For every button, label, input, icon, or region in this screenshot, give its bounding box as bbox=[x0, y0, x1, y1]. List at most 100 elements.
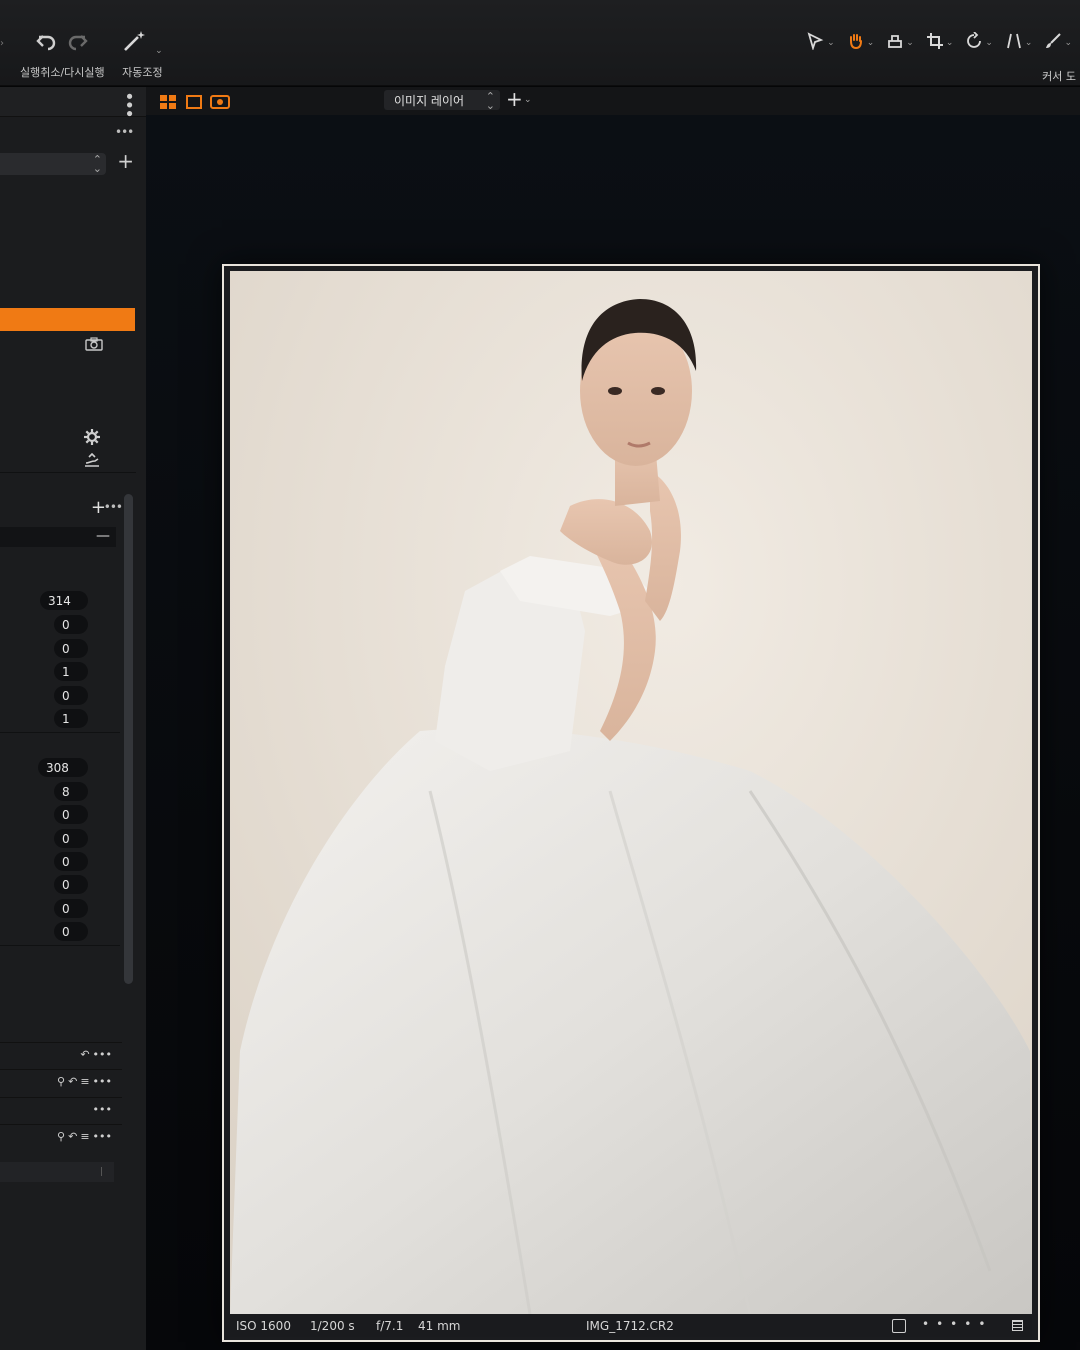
updown-icon: ⌃ ⌄ bbox=[485, 90, 495, 112]
brush-tool[interactable]: ⌄ bbox=[1044, 32, 1072, 54]
undo-redo-group: 실행취소/다시실행 bbox=[20, 28, 105, 80]
layer-field[interactable]: — bbox=[0, 527, 116, 547]
photo-preview[interactable] bbox=[230, 271, 1032, 1314]
stamp-tool[interactable]: ⌄ bbox=[886, 32, 914, 54]
value-field[interactable]: 0 bbox=[54, 615, 88, 634]
value-field[interactable]: 308 bbox=[38, 758, 88, 777]
camera-icon[interactable] bbox=[85, 336, 103, 355]
link-icon[interactable]: ⚲ bbox=[57, 1130, 65, 1143]
more-options-icon[interactable]: ••• bbox=[93, 1075, 112, 1088]
filename: IMG_1712.CR2 bbox=[586, 1319, 674, 1333]
value-field[interactable]: 1 bbox=[54, 709, 88, 728]
divider bbox=[0, 945, 120, 946]
more-options-icon[interactable]: ••• bbox=[93, 1048, 112, 1061]
left-tool-panel: ••• ••• ⌃ ⌄ + + ••• — 314 0 0 1 0 1 308 8… bbox=[0, 87, 146, 1350]
panel-header: ••• bbox=[0, 87, 146, 117]
grid-view-icon[interactable] bbox=[160, 94, 176, 113]
value-field[interactable]: 0 bbox=[54, 639, 88, 658]
value-field[interactable]: 1 bbox=[54, 662, 88, 681]
value-field[interactable]: 8 bbox=[54, 782, 88, 801]
value-field[interactable]: 0 bbox=[54, 922, 88, 941]
rotate-icon bbox=[965, 31, 983, 54]
reset-icon[interactable]: ↶ bbox=[68, 1075, 77, 1088]
aperture-value: f/7.1 bbox=[376, 1319, 404, 1333]
magic-wand-icon[interactable]: ⌄ bbox=[122, 29, 163, 57]
pan-tool[interactable]: ⌄ bbox=[847, 32, 874, 54]
shutter-value: 1/200 s bbox=[310, 1319, 355, 1333]
value-field[interactable]: 314 bbox=[40, 591, 88, 610]
chevron-down-icon[interactable]: ⌄ bbox=[524, 95, 532, 105]
tool-section-row[interactable]: ↶ ••• bbox=[0, 1042, 122, 1068]
value-text: 314 bbox=[48, 593, 71, 608]
adjustments-header: + ••• bbox=[0, 492, 136, 522]
auto-adjust-label: 자동조정 bbox=[122, 66, 163, 79]
panel-scrollbar[interactable] bbox=[124, 494, 133, 984]
cursor-tools-label: 커서 도 bbox=[1042, 70, 1076, 83]
reset-icon[interactable]: ↶ bbox=[80, 1048, 89, 1061]
keystone-icon bbox=[1005, 32, 1023, 54]
value-text: 0 bbox=[62, 641, 70, 656]
redo-icon[interactable] bbox=[67, 30, 89, 56]
undo-icon[interactable] bbox=[35, 30, 57, 56]
value-field[interactable]: 0 bbox=[54, 852, 88, 871]
remove-icon[interactable]: — bbox=[96, 528, 110, 544]
value-field[interactable]: 0 bbox=[54, 875, 88, 894]
value-text: 0 bbox=[62, 924, 70, 939]
select-tool[interactable]: ⌄ bbox=[807, 32, 835, 54]
tool-section-row[interactable]: ••• bbox=[0, 1097, 122, 1123]
photo-frame: ISO 1600 1/200 s f/7.1 41 mm IMG_1712.CR… bbox=[222, 264, 1040, 1342]
focal-length-value: 41 mm bbox=[418, 1319, 461, 1333]
chevron-left-icon: › bbox=[0, 38, 4, 49]
tool-section-row[interactable]: ⚲ ↶ ≡ ••• bbox=[0, 1124, 122, 1150]
value-text: 1 bbox=[62, 711, 70, 726]
gear-icon[interactable] bbox=[84, 429, 100, 449]
iso-value: ISO 1600 bbox=[236, 1319, 291, 1333]
color-tag-icon[interactable] bbox=[1012, 1320, 1023, 1331]
single-view-icon[interactable] bbox=[186, 94, 202, 113]
updown-icon: ⌃ ⌄ bbox=[92, 153, 102, 175]
value-field[interactable]: 0 bbox=[54, 829, 88, 848]
cursor-tools: ⌄ ⌄ ⌄ ⌄ ⌄ ⌄ ⌄ bbox=[807, 31, 1072, 54]
add-preset-button[interactable]: + bbox=[117, 149, 134, 173]
list-icon[interactable]: ≡ bbox=[80, 1075, 89, 1088]
layer-select-label: 이미지 레이어 bbox=[394, 93, 465, 108]
more-options-icon[interactable]: ••• bbox=[115, 125, 134, 139]
crop-tool[interactable]: ⌄ bbox=[926, 32, 953, 54]
list-icon[interactable]: ≡ bbox=[80, 1130, 89, 1143]
import-hand-icon[interactable] bbox=[83, 452, 101, 473]
preview-eye-icon[interactable] bbox=[210, 94, 230, 113]
image-info-bar: ISO 1600 1/200 s f/7.1 41 mm IMG_1712.CR… bbox=[230, 1315, 1032, 1337]
value-text: 0 bbox=[62, 901, 70, 916]
more-options-icon[interactable]: ••• bbox=[104, 500, 123, 514]
panel-menu-icon[interactable]: ••• bbox=[118, 91, 139, 117]
value-text: 0 bbox=[62, 807, 70, 822]
add-layer-button[interactable]: + bbox=[506, 87, 523, 111]
reset-icon[interactable]: ↶ bbox=[68, 1130, 77, 1143]
layer-select[interactable]: 이미지 레이어 ⌃ ⌄ bbox=[384, 90, 500, 112]
value-text: 308 bbox=[46, 760, 69, 775]
value-text: 0 bbox=[62, 617, 70, 632]
rating-dots[interactable]: ••••• bbox=[922, 1317, 992, 1331]
rotate-tool[interactable]: ⌄ bbox=[965, 31, 993, 54]
selected-item-highlight[interactable] bbox=[0, 308, 135, 331]
link-icon[interactable]: ⚲ bbox=[57, 1075, 65, 1088]
stamp-icon bbox=[886, 32, 904, 54]
more-options-icon[interactable]: ••• bbox=[93, 1130, 112, 1143]
brush-icon bbox=[1044, 32, 1062, 54]
auto-adjust-group[interactable]: ⌄ 자동조정 bbox=[122, 28, 163, 80]
divider bbox=[0, 732, 120, 733]
select-checkbox[interactable] bbox=[892, 1319, 906, 1333]
bottom-field[interactable] bbox=[0, 1162, 114, 1182]
value-field[interactable]: 0 bbox=[54, 686, 88, 705]
divider bbox=[0, 472, 136, 473]
tool-section-row[interactable]: ⚲ ↶ ≡ ••• bbox=[0, 1069, 122, 1095]
preset-select[interactable]: ⌃ ⌄ bbox=[0, 153, 106, 175]
value-text: 0 bbox=[62, 688, 70, 703]
value-field[interactable]: 0 bbox=[54, 899, 88, 918]
more-options-icon[interactable]: ••• bbox=[93, 1103, 112, 1116]
value-text: 0 bbox=[62, 854, 70, 869]
value-field[interactable]: 0 bbox=[54, 805, 88, 824]
hand-icon bbox=[847, 32, 865, 54]
top-toolbar: › 실행취소/다시실행 ⌄ 자동조정 ⌄ ⌄ ⌄ ⌄ ⌄ ⌄ ⌄ 커서 도 bbox=[0, 0, 1080, 86]
keystone-tool[interactable]: ⌄ bbox=[1005, 32, 1032, 54]
